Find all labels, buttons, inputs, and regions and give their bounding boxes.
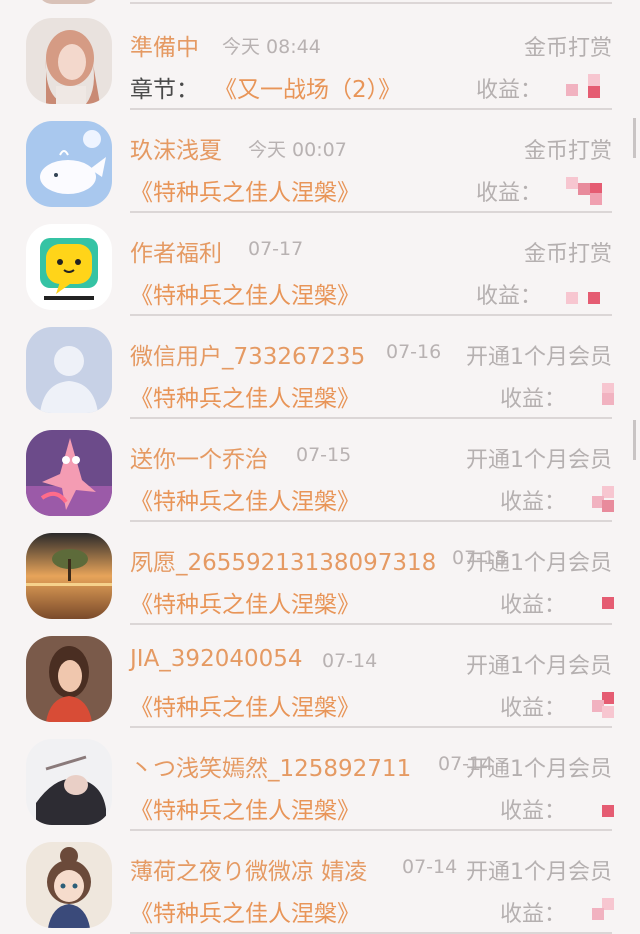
user-name[interactable]: 送你一个乔治 — [130, 440, 268, 474]
book-title-link[interactable]: 《特种兵之佳人涅槃》 — [130, 791, 360, 825]
book-title-link[interactable]: 《特种兵之佳人涅槃》 — [130, 379, 360, 413]
user-name[interactable]: 夙愿_26559213138097318 — [130, 543, 436, 577]
earnings-label: 收益： — [500, 799, 567, 824]
record-row[interactable]: 夙愿_26559213138097318 07-15 开通1个月会员 《特种兵之佳人涅… — [0, 517, 640, 625]
pixelated-earnings-value — [582, 383, 616, 409]
record-date: 07-14 — [322, 650, 378, 672]
woman-photo-avatar[interactable] — [26, 739, 112, 825]
record-row[interactable]: 作者福利 07-17 金币打赏《特种兵之佳人涅槃》 收益： — [0, 208, 640, 316]
scrollbar-thumb[interactable] — [633, 420, 636, 460]
book-title-link[interactable]: 《特种兵之佳人涅槃》 — [130, 585, 360, 619]
earnings-label: 收益： — [500, 490, 567, 515]
sunset-tree-avatar[interactable] — [26, 533, 112, 619]
yellow-chat-bubble-avatar[interactable] — [26, 224, 112, 310]
earnings-label: 收益： — [500, 593, 567, 618]
reward-type: 开通1个月会员 — [466, 448, 612, 473]
scrollbar-thumb[interactable] — [633, 118, 636, 158]
book-title-link[interactable]: 《特种兵之佳人涅槃》 — [130, 688, 360, 722]
user-name[interactable]: 玖沫浅夏 — [130, 131, 222, 165]
girl-pink-hair-avatar[interactable] — [26, 18, 112, 104]
reward-type: 金币打赏 — [523, 139, 612, 164]
pixelated-earnings-value — [566, 74, 600, 100]
user-name[interactable]: 微信用户_733267235 — [130, 337, 365, 371]
record-row[interactable]: JIA_392040054 07-14 开通1个月会员《特种兵之佳人涅槃》 收益： — [0, 620, 640, 728]
pixelated-earnings-value — [566, 280, 600, 306]
reward-type: 开通1个月会员 — [466, 757, 612, 782]
user-name[interactable]: 丶つ浅笑嫣然_125892711 — [130, 749, 411, 783]
reward-type: 开通1个月会员 — [466, 860, 612, 885]
reward-type: 金币打赏 — [523, 36, 612, 61]
earnings-label: 收益： — [500, 696, 567, 721]
reward-type: 开通1个月会员 — [466, 551, 612, 576]
record-date: 今天 08:44 — [222, 36, 321, 58]
user-name[interactable]: 薄荷之夜り微微凉 婧凌 — [130, 852, 367, 886]
book-title-link[interactable]: 《特种兵之佳人涅槃》 — [130, 276, 360, 310]
record-date: 07-16 — [386, 341, 442, 363]
record-date: 07-17 — [248, 238, 304, 260]
earnings-label: 收益： — [476, 284, 543, 309]
earnings-label: 收益： — [476, 181, 543, 206]
user-name[interactable]: 準備中 — [130, 28, 199, 62]
cartoon-starfish-avatar[interactable] — [26, 430, 112, 516]
book-title-link[interactable]: 《特种兵之佳人涅槃》 — [130, 482, 360, 516]
whale-cartoon-avatar[interactable] — [26, 121, 112, 207]
record-row[interactable]: 丶つ浅笑嫣然_125892711 07-14 开通1个月会员 《特种兵之佳人涅槃》 收益… — [0, 723, 640, 831]
pixelated-earnings-value — [582, 898, 616, 924]
record-row[interactable]: 薄荷之夜り微微凉 婧凌 07-14 开通1个月会员《特种兵之佳人涅槃》 收益： — [0, 826, 640, 934]
illustrated-woman-avatar[interactable] — [26, 636, 112, 722]
record-date: 07-14 — [402, 856, 458, 878]
reward-type: 金币打赏 — [523, 242, 612, 267]
anime-girl-avatar[interactable] — [26, 842, 112, 928]
chapter-label: 章节： — [130, 77, 199, 103]
earnings-label: 收益： — [500, 387, 567, 412]
record-date: 今天 00:07 — [248, 139, 347, 161]
pixelated-earnings-value — [566, 177, 602, 205]
record-date: 07-15 — [296, 444, 352, 466]
reward-type: 开通1个月会员 — [466, 345, 612, 370]
user-name[interactable]: JIA_392040054 — [130, 646, 303, 672]
record-row[interactable]: 微信用户_733267235 07-16 开通1个月会员《特种兵之佳人涅槃》 收益： — [0, 311, 640, 419]
record-row[interactable]: 送你一个乔治 07-15 开通1个月会员《特种兵之佳人涅槃》 收益： — [0, 414, 640, 522]
user-name[interactable]: 作者福利 — [130, 234, 222, 268]
book-title-link[interactable]: 《特种兵之佳人涅槃》 — [130, 173, 360, 207]
default-user-avatar[interactable] — [26, 327, 112, 413]
record-row[interactable]: 準備中 今天 08:44 金币打赏章节： 《又一战场（2）》 收益： — [0, 2, 640, 110]
earnings-label: 收益： — [476, 78, 543, 103]
record-row[interactable]: 玖沫浅夏 今天 00:07 金币打赏《特种兵之佳人涅槃》 收益： — [0, 105, 640, 213]
book-title-link[interactable]: 《特种兵之佳人涅槃》 — [130, 894, 360, 928]
pixelated-earnings-value — [582, 692, 616, 718]
pixelated-earnings-value — [582, 589, 616, 615]
pixelated-earnings-value — [582, 795, 616, 821]
book-title-link[interactable]: 《又一战场（2）》 — [214, 70, 401, 104]
pixelated-earnings-value — [582, 486, 616, 512]
reward-type: 开通1个月会员 — [466, 654, 612, 679]
earnings-label: 收益： — [500, 902, 567, 927]
